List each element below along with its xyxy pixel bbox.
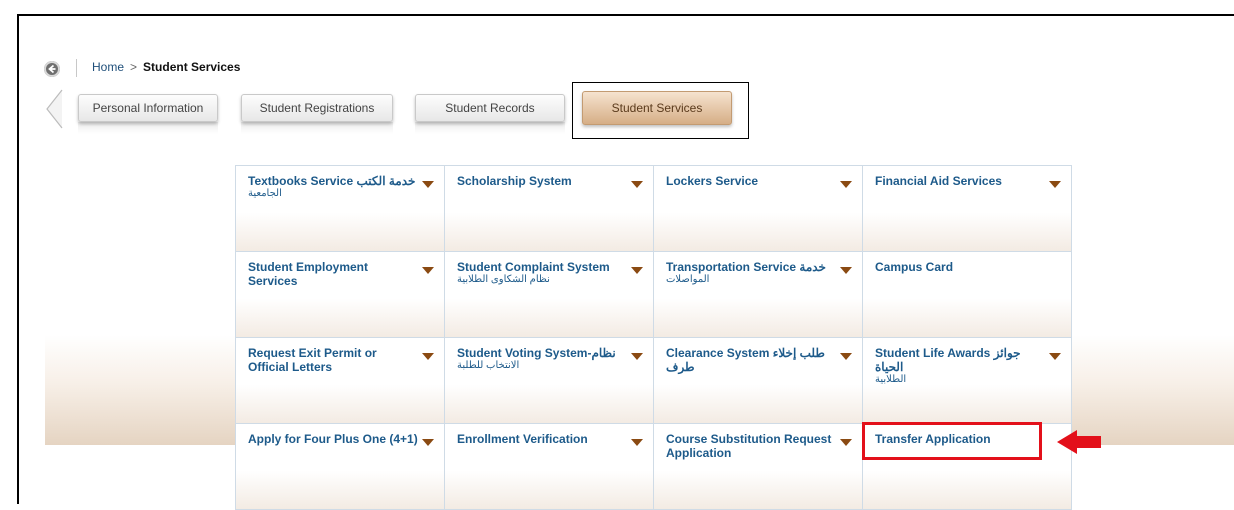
transfer-application-highlight: [862, 422, 1042, 460]
breadcrumb-divider: [76, 59, 77, 77]
tab-label: Student Records: [445, 101, 535, 115]
tab-scroll-left-icon[interactable]: [45, 89, 63, 129]
service-tile-campus-card[interactable]: Campus Card: [863, 252, 1072, 338]
service-title[interactable]: Financial Aid Services: [875, 174, 1045, 188]
service-tile-exit-permit[interactable]: Request Exit Permit or Official Letters: [236, 338, 445, 424]
service-tile-clearance[interactable]: Clearance System طلب إخلاء طرف: [654, 338, 863, 424]
caret-down-icon[interactable]: [840, 267, 852, 274]
service-title[interactable]: Student Complaint System: [457, 260, 627, 274]
service-tile-life-awards[interactable]: Student Life Awards جوائز الحياة الطلابية: [863, 338, 1072, 424]
tab-label: Personal Information: [92, 101, 204, 115]
caret-down-icon[interactable]: [840, 439, 852, 446]
caret-down-icon[interactable]: [422, 267, 434, 274]
service-tile-complaint-system[interactable]: Student Complaint System نظام الشكاوى الط…: [445, 252, 654, 338]
tab-shadow: [415, 122, 565, 134]
service-tile-textbooks[interactable]: Textbooks Service خدمة الكتب الجامعية: [236, 166, 445, 252]
breadcrumb-current: Student Services: [143, 60, 241, 74]
service-tile-voting-system[interactable]: Student Voting System-نظام الانتخاب للطلب…: [445, 338, 654, 424]
service-title[interactable]: Clearance System طلب إخلاء طرف: [666, 346, 836, 374]
caret-down-icon[interactable]: [422, 439, 434, 446]
tab-label: Student Registrations: [259, 101, 375, 115]
service-title[interactable]: Lockers Service: [666, 174, 836, 188]
service-title[interactable]: Student Voting System-نظام: [457, 346, 627, 360]
tab-student-registrations[interactable]: Student Registrations: [241, 94, 393, 122]
breadcrumb: Home > Student Services: [92, 60, 240, 74]
back-arrow-icon[interactable]: [44, 61, 60, 77]
service-subtitle: الطلابية: [875, 374, 907, 385]
service-title[interactable]: Campus Card: [875, 260, 1045, 274]
active-tab-outline: [572, 82, 749, 139]
service-subtitle: الجامعية: [248, 188, 282, 199]
service-title[interactable]: Student Life Awards جوائز الحياة: [875, 346, 1045, 374]
tab-student-records[interactable]: Student Records: [415, 94, 565, 122]
caret-down-icon[interactable]: [840, 353, 852, 360]
service-tile-course-substitution[interactable]: Course Substitution Request Application: [654, 424, 863, 510]
caret-down-icon[interactable]: [422, 181, 434, 188]
service-title[interactable]: Transportation Service خدمة: [666, 260, 836, 274]
service-title[interactable]: Textbooks Service خدمة الكتب: [248, 174, 418, 188]
breadcrumb-separator: >: [130, 60, 138, 74]
caret-down-icon[interactable]: [1049, 181, 1061, 188]
service-tile-student-employment[interactable]: Student Employment Services: [236, 252, 445, 338]
tab-shadow: [241, 122, 393, 134]
caret-down-icon[interactable]: [631, 267, 643, 274]
caret-down-icon[interactable]: [840, 181, 852, 188]
service-tile-financial-aid[interactable]: Financial Aid Services: [863, 166, 1072, 252]
service-tile-four-plus-one[interactable]: Apply for Four Plus One (4+1): [236, 424, 445, 510]
tab-personal-information[interactable]: Personal Information: [78, 94, 218, 122]
service-title[interactable]: Request Exit Permit or Official Letters: [248, 346, 418, 374]
service-title[interactable]: Enrollment Verification: [457, 432, 627, 446]
tab-shadow: [78, 122, 218, 134]
service-tile-transportation[interactable]: Transportation Service خدمة المواصلات: [654, 252, 863, 338]
caret-down-icon[interactable]: [1049, 353, 1061, 360]
service-title[interactable]: Apply for Four Plus One (4+1): [248, 432, 418, 446]
service-subtitle: الانتخاب للطلبة: [457, 360, 520, 371]
caret-down-icon[interactable]: [631, 181, 643, 188]
caret-down-icon[interactable]: [631, 353, 643, 360]
breadcrumb-home-link[interactable]: Home: [92, 60, 124, 74]
service-subtitle: نظام الشكاوى الطلابية: [457, 274, 550, 285]
caret-down-icon[interactable]: [631, 439, 643, 446]
service-title[interactable]: Student Employment Services: [248, 260, 418, 288]
service-title[interactable]: Course Substitution Request Application: [666, 432, 836, 460]
red-arrow-icon: [1057, 430, 1101, 454]
service-tile-lockers[interactable]: Lockers Service: [654, 166, 863, 252]
service-tile-scholarship[interactable]: Scholarship System: [445, 166, 654, 252]
service-tile-enrollment-verification[interactable]: Enrollment Verification: [445, 424, 654, 510]
caret-down-icon[interactable]: [422, 353, 434, 360]
service-title[interactable]: Scholarship System: [457, 174, 627, 188]
service-subtitle: المواصلات: [666, 274, 710, 285]
